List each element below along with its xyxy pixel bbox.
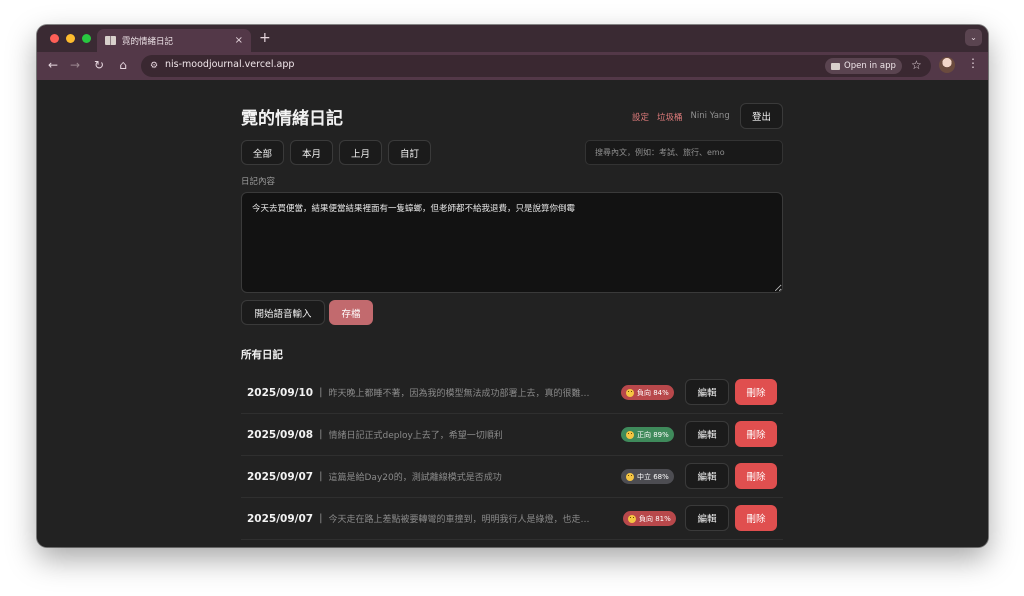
new-tab-button[interactable]: + bbox=[259, 30, 271, 46]
delete-button[interactable]: 刪除 bbox=[735, 421, 777, 447]
list-item: 2025/09/08 | 情緒日記正式deploy上去了，希望一切順利 正向 8… bbox=[241, 414, 783, 456]
sentiment-label: 中立 68% bbox=[637, 472, 669, 481]
entry-date: 2025/09/07 bbox=[247, 512, 314, 525]
entry-date: 2025/09/10 bbox=[247, 386, 314, 399]
entry-separator: | bbox=[319, 471, 323, 482]
sentiment-badge: 中立 68% bbox=[621, 469, 674, 484]
tab-strip: 霓的情緒日記 × + ⌄ bbox=[37, 25, 988, 52]
filter-all-button[interactable]: 全部 bbox=[241, 140, 284, 165]
entry-separator: | bbox=[319, 429, 323, 440]
book-icon bbox=[831, 62, 840, 70]
search-input[interactable] bbox=[585, 140, 783, 165]
close-window-button[interactable] bbox=[50, 34, 59, 43]
book-icon bbox=[105, 36, 116, 45]
edit-button[interactable]: 編輯 bbox=[685, 505, 729, 531]
emoji-face-icon bbox=[626, 430, 634, 439]
list-item: 2025/09/10 | 昨天晚上都睡不著，因為我的模型無法成功部署上去，真的很… bbox=[241, 372, 783, 414]
address-bar[interactable]: ⚙ nis-moodjournal.vercel.app Open in app… bbox=[141, 55, 931, 77]
list-item bbox=[241, 540, 783, 547]
trash-link[interactable]: 垃圾桶 bbox=[657, 111, 683, 123]
entry-date: 2025/09/07 bbox=[247, 470, 314, 483]
tab-title: 霓的情緒日記 bbox=[122, 36, 174, 47]
back-icon[interactable]: ← bbox=[45, 58, 61, 72]
delete-button[interactable]: 刪除 bbox=[735, 505, 777, 531]
minimize-window-button[interactable] bbox=[66, 34, 75, 43]
entries-section-title: 所有日記 bbox=[241, 349, 283, 361]
edit-button[interactable]: 編輯 bbox=[685, 379, 729, 405]
page-content: 霓的情緒日記 設定 垃圾桶 Nini Yang 登出 全部 本月 上月 自訂 日… bbox=[37, 80, 988, 547]
entries-list: 2025/09/10 | 昨天晚上都睡不著，因為我的模型無法成功部署上去，真的很… bbox=[241, 372, 783, 547]
delete-button[interactable]: 刪除 bbox=[735, 379, 777, 405]
url-text[interactable]: nis-moodjournal.vercel.app bbox=[165, 59, 294, 70]
maximize-window-button[interactable] bbox=[82, 34, 91, 43]
diary-textarea[interactable] bbox=[241, 192, 783, 293]
entry-separator: | bbox=[319, 513, 323, 524]
page-title: 霓的情緒日記 bbox=[241, 109, 343, 129]
list-item: 2025/09/07 | 這篇是給Day20的，測試離線模式是否成功 中立 68… bbox=[241, 456, 783, 498]
sentiment-label: 負向 84% bbox=[637, 388, 669, 397]
sentiment-badge: 負向 81% bbox=[623, 511, 676, 526]
emoji-face-icon bbox=[628, 514, 636, 523]
edit-button[interactable]: 編輯 bbox=[685, 421, 729, 447]
browser-tab[interactable]: 霓的情緒日記 × bbox=[97, 29, 251, 52]
entry-separator: | bbox=[319, 387, 323, 398]
sentiment-badge: 負向 84% bbox=[621, 385, 674, 400]
browser-menu-icon[interactable]: ⋮ bbox=[967, 56, 979, 70]
emoji-face-icon bbox=[626, 388, 634, 397]
filter-this-month-button[interactable]: 本月 bbox=[290, 140, 333, 165]
forward-icon[interactable]: → bbox=[67, 58, 83, 72]
save-button[interactable]: 存檔 bbox=[329, 300, 373, 325]
sentiment-label: 正向 89% bbox=[637, 430, 669, 439]
browser-window: 霓的情緒日記 × + ⌄ ← → ↻ ⌂ ⚙ nis-moodjournal.v… bbox=[37, 25, 988, 547]
entry-preview: 今天走在路上差點被要轉彎的車撞到，明明我行人是綠燈，也走… bbox=[328, 515, 590, 525]
window-controls bbox=[50, 34, 91, 43]
open-in-app-label: Open in app bbox=[844, 61, 896, 71]
settings-link[interactable]: 設定 bbox=[632, 111, 649, 123]
filter-last-month-button[interactable]: 上月 bbox=[339, 140, 382, 165]
entry-date: 2025/09/08 bbox=[247, 428, 314, 441]
reload-icon[interactable]: ↻ bbox=[91, 58, 107, 72]
open-in-app-button[interactable]: Open in app bbox=[825, 58, 902, 74]
tab-close-icon[interactable]: × bbox=[235, 35, 243, 46]
editor-label: 日記內容 bbox=[241, 177, 276, 187]
header-links: 設定 垃圾桶 Nini Yang bbox=[632, 111, 730, 123]
voice-input-button[interactable]: 開始語音輸入 bbox=[241, 300, 325, 325]
date-filter-group: 全部 本月 上月 自訂 bbox=[241, 140, 431, 165]
sentiment-badge: 正向 89% bbox=[621, 427, 674, 442]
entry-preview: 昨天晚上都睡不著，因為我的模型無法成功部署上去，真的很難… bbox=[328, 389, 590, 399]
filter-custom-button[interactable]: 自訂 bbox=[388, 140, 431, 165]
site-info-icon[interactable]: ⚙ bbox=[147, 59, 161, 73]
user-name: Nini Yang bbox=[690, 111, 730, 121]
tab-search-button[interactable]: ⌄ bbox=[965, 29, 982, 46]
delete-button[interactable]: 刪除 bbox=[735, 463, 777, 489]
bookmark-star-icon[interactable]: ☆ bbox=[911, 58, 922, 72]
browser-toolbar: ← → ↻ ⌂ ⚙ nis-moodjournal.vercel.app Ope… bbox=[37, 52, 988, 80]
home-icon[interactable]: ⌂ bbox=[115, 58, 131, 72]
list-item: 2025/09/07 | 今天走在路上差點被要轉彎的車撞到，明明我行人是綠燈，也… bbox=[241, 498, 783, 540]
sentiment-label: 負向 81% bbox=[639, 514, 671, 523]
edit-button[interactable]: 編輯 bbox=[685, 463, 729, 489]
entry-preview: 這篇是給Day20的，測試離線模式是否成功 bbox=[328, 473, 502, 483]
logout-button[interactable]: 登出 bbox=[740, 103, 783, 129]
entry-preview: 情緒日記正式deploy上去了，希望一切順利 bbox=[328, 431, 503, 441]
emoji-face-icon bbox=[626, 472, 634, 481]
profile-avatar[interactable] bbox=[939, 57, 955, 73]
